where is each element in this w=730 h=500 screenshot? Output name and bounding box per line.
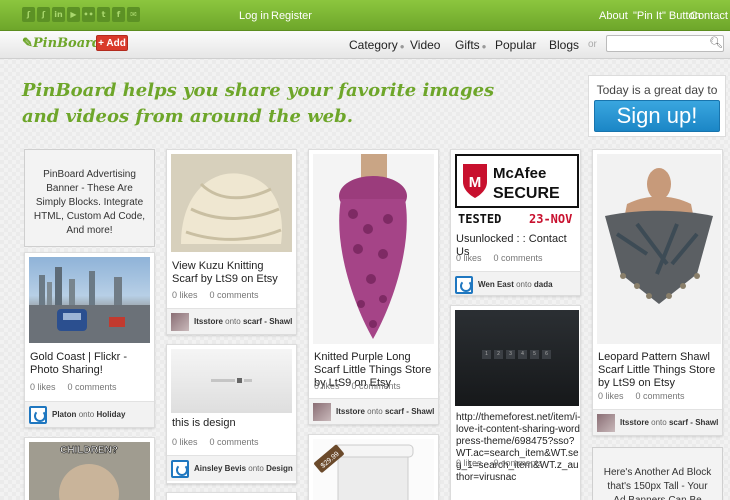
pin-image[interactable]: M McAfee SECURE TESTED 23-NOV: [455, 154, 579, 226]
about-link[interactable]: About: [599, 10, 628, 22]
email-icon[interactable]: ✉: [127, 7, 140, 22]
pin-stats: 0 likes 0 comments: [30, 382, 117, 392]
pin-footer: Itsstore onto scarf - Shawl: [593, 409, 722, 435]
rss-icon[interactable]: ʃ: [37, 7, 50, 22]
pin-card[interactable]: Knitted Purple Long Scarf Little Things …: [308, 149, 439, 425]
tumblr-icon[interactable]: t: [97, 7, 110, 22]
pin-card[interactable]: CHILDREN?: [24, 437, 155, 500]
pin-footer: Wen East onto dada: [451, 271, 580, 295]
cup-photo: $29.99: [314, 444, 414, 500]
meme-photo: CHILDREN?: [29, 442, 150, 500]
svg-text:McAfee: McAfee: [493, 165, 546, 182]
svg-text:M: M: [469, 174, 482, 191]
social-icons: ʃ ʃ in ▶ •• t f ✉: [22, 7, 140, 22]
pin-image[interactable]: 1 2 3 4 5 6: [455, 310, 579, 406]
pin-credit[interactable]: Wen East onto dada: [478, 280, 553, 289]
register-link[interactable]: Register: [271, 10, 312, 22]
pin-credit[interactable]: Platon onto Holiday: [52, 410, 125, 419]
flickr-icon[interactable]: ••: [82, 7, 95, 22]
design-thumbnail: [211, 378, 252, 383]
nav-popular[interactable]: Popular: [495, 38, 536, 52]
pin-image[interactable]: [29, 257, 150, 343]
pin-credit[interactable]: Itsstore onto scarf - Shawl: [336, 407, 434, 416]
logo[interactable]: ✎PinBoard: [22, 36, 101, 51]
avatar[interactable]: [171, 313, 189, 331]
pin-credit[interactable]: Itsstore onto scarf - Shawl: [620, 418, 718, 427]
pin-credit[interactable]: Ainsley Bevis onto Design: [194, 464, 293, 473]
slider-dots: 1 2 3 4 5 6: [482, 350, 551, 359]
city-photo: [29, 267, 150, 343]
pin-footer: Itsstore onto scarf - Shawl: [309, 398, 438, 424]
chevron-down-icon: ●: [399, 42, 405, 51]
mcafee-secure-badge: M McAfee SECURE TESTED 23-NOV: [455, 154, 579, 226]
nav-video[interactable]: Video: [410, 38, 440, 52]
leopard-shawl-photo: [597, 154, 721, 344]
ad-block[interactable]: Here's Another Ad Block that's 150px Tal…: [592, 447, 723, 500]
pin-card[interactable]: 1 2 3 4 5 6 http://themeforest.net/item/…: [450, 305, 581, 500]
pin-card[interactable]: Leopard Pattern Shawl Scarf Little Thing…: [592, 149, 723, 436]
search-icon[interactable]: 🔍︎: [709, 36, 723, 49]
avatar[interactable]: [597, 414, 615, 432]
pin-description[interactable]: View Kuzu Knitting Scarf by LtS9 on Etsy: [172, 260, 292, 286]
avatar[interactable]: [313, 403, 331, 421]
or-label: or: [588, 39, 597, 50]
nav-gifts[interactable]: Gifts ●: [455, 38, 487, 52]
avatar[interactable]: [29, 406, 47, 424]
linkedin-icon[interactable]: in: [52, 7, 65, 22]
facebook-icon[interactable]: f: [112, 7, 125, 22]
svg-text:23-NOV: 23-NOV: [529, 212, 572, 226]
pin-description[interactable]: Gold Coast | Flickr - Photo Sharing!: [30, 351, 150, 377]
ad-block[interactable]: PinBoard Advertising Banner - These Are …: [24, 149, 155, 247]
pin-description[interactable]: http://themeforest.net/item/i-love-it-co…: [456, 412, 580, 484]
pin-card[interactable]: M McAfee SECURE TESTED 23-NOV Usunlocked…: [450, 149, 581, 296]
pin-card[interactable]: View Kuzu Knitting Scarf by LtS9 on Etsy…: [166, 149, 297, 335]
pin-logo-icon: ✎: [22, 36, 33, 51]
signup-button[interactable]: Sign up!: [594, 100, 720, 132]
pin-footer: Ainsley Bevis onto Design: [167, 455, 296, 481]
svg-text:CHILDREN?: CHILDREN?: [60, 445, 118, 456]
chevron-down-icon: ●: [481, 42, 487, 51]
youtube-icon[interactable]: ▶: [67, 7, 80, 22]
contact-link[interactable]: Contact: [690, 10, 728, 22]
knit-scarf-photo: [171, 154, 292, 252]
pin-card[interactable]: Gold Coast | Flickr - Photo Sharing! 0 l…: [24, 252, 155, 428]
pin-image[interactable]: $29.99: [313, 439, 434, 500]
pin-footer: Itsstore onto scarf - Shawl: [167, 308, 296, 334]
svg-text:TESTED: TESTED: [458, 212, 501, 226]
pin-description[interactable]: this is design: [172, 417, 292, 430]
pin-card[interactable]: $29.99: [308, 434, 439, 500]
hero-tagline: PinBoard helps you share your favorite i…: [22, 80, 495, 127]
signup-box: Today is a great day to Sign up!: [588, 75, 726, 137]
add-button[interactable]: + Add: [96, 35, 128, 51]
search-input[interactable]: [606, 35, 724, 52]
avatar[interactable]: [171, 460, 189, 478]
nav-category[interactable]: Category ●: [349, 38, 405, 52]
svg-text:SECURE: SECURE: [493, 185, 560, 202]
pin-stats: 0 likes 0 comments: [172, 437, 259, 447]
pin-stats: 0 likes 0 comments: [598, 391, 685, 401]
pin-stats: 0 likes 0 comments: [456, 458, 543, 468]
pin-stats: 0 likes 0 comments: [172, 290, 259, 300]
pin-image[interactable]: [171, 154, 292, 252]
pin-image[interactable]: [171, 349, 292, 413]
rss-icon[interactable]: ʃ: [22, 7, 35, 22]
purple-scarf-photo: [313, 154, 434, 344]
signup-text: Today is a great day to: [596, 83, 718, 97]
login-link[interactable]: Log in: [239, 10, 269, 22]
pin-stats: 0 likes 0 comments: [456, 253, 543, 263]
pin-image[interactable]: [313, 154, 434, 344]
nav-blogs[interactable]: Blogs: [549, 38, 579, 52]
pin-image[interactable]: CHILDREN?: [29, 442, 150, 500]
pin-stats: 0 likes 0 comments: [314, 381, 401, 391]
pin-image[interactable]: [597, 154, 721, 344]
avatar[interactable]: [455, 276, 473, 294]
pin-description[interactable]: Leopard Pattern Shawl Scarf Little Thing…: [598, 351, 722, 390]
pin-card[interactable]: this is design 0 likes 0 comments Ainsley…: [166, 344, 297, 484]
pin-card[interactable]: [166, 492, 297, 500]
pin-credit[interactable]: Itsstore onto scarf - Shawl: [194, 317, 292, 326]
pin-footer: Platon onto Holiday: [25, 401, 154, 427]
